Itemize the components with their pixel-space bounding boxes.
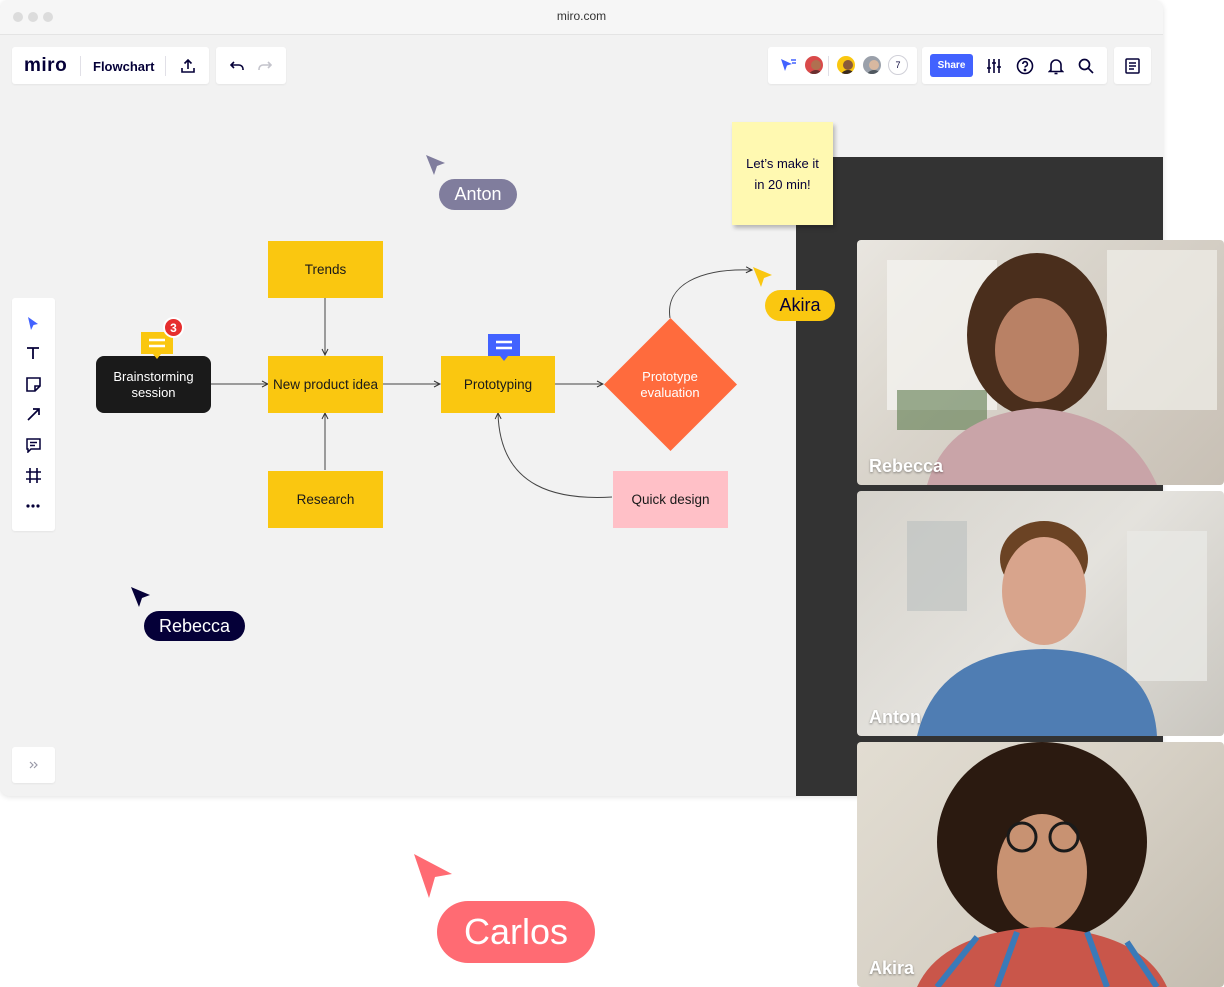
participant-name: Rebecca	[869, 456, 944, 476]
connector-arrow	[669, 270, 752, 319]
video-tile-anton[interactable]: Anton	[857, 491, 1224, 736]
node-label-line: Brainstorming	[113, 368, 194, 384]
video-tile-rebecca[interactable]: Rebecca	[857, 240, 1224, 485]
comment-thread-icon[interactable]	[486, 332, 522, 364]
sticky-note-line: Let’s make it	[746, 155, 819, 171]
flowchart-node-brainstorming[interactable]: Brainstorming session	[96, 356, 211, 413]
connector-arrow	[498, 413, 613, 498]
sticky-note-line: in 20 min!	[754, 176, 811, 192]
participant-video-icon	[887, 250, 1217, 485]
flowchart-node-research[interactable]: Research	[268, 471, 383, 528]
flowchart-node-quick-design[interactable]: Quick design	[613, 471, 728, 528]
node-label-line: evaluation	[640, 385, 700, 400]
node-label-line: Prototype	[642, 369, 698, 384]
participant-video-icon	[917, 742, 1167, 987]
flowchart-node-trends[interactable]: Trends	[268, 241, 383, 298]
video-tile-akira[interactable]: Akira	[857, 742, 1224, 987]
node-label: Prototype evaluation	[620, 368, 720, 402]
participant-video-icon	[907, 521, 1207, 736]
cursor-label-carlos: Carlos	[437, 901, 595, 963]
cursor-label-rebecca: Rebecca	[144, 611, 245, 641]
flowchart-node-new-product-idea[interactable]: New product idea	[268, 356, 383, 413]
cursor-label-akira: Akira	[765, 290, 835, 321]
comment-count-badge: 3	[163, 317, 184, 338]
node-label: Brainstorming session	[113, 369, 193, 401]
participant-name: Akira	[869, 958, 915, 978]
collaborator-cursor-icon	[414, 854, 452, 898]
collaborator-cursor-icon	[753, 267, 772, 287]
collaborator-cursor-icon	[426, 155, 445, 175]
node-label-line: session	[131, 384, 176, 400]
sticky-note[interactable]: Let’s make it in 20 min!	[732, 122, 833, 225]
cursor-label-anton: Anton	[439, 179, 517, 210]
flowchart-node-prototyping[interactable]: Prototyping	[441, 356, 555, 413]
collaborator-cursor-icon	[131, 587, 150, 607]
participant-name: Anton	[869, 707, 921, 727]
